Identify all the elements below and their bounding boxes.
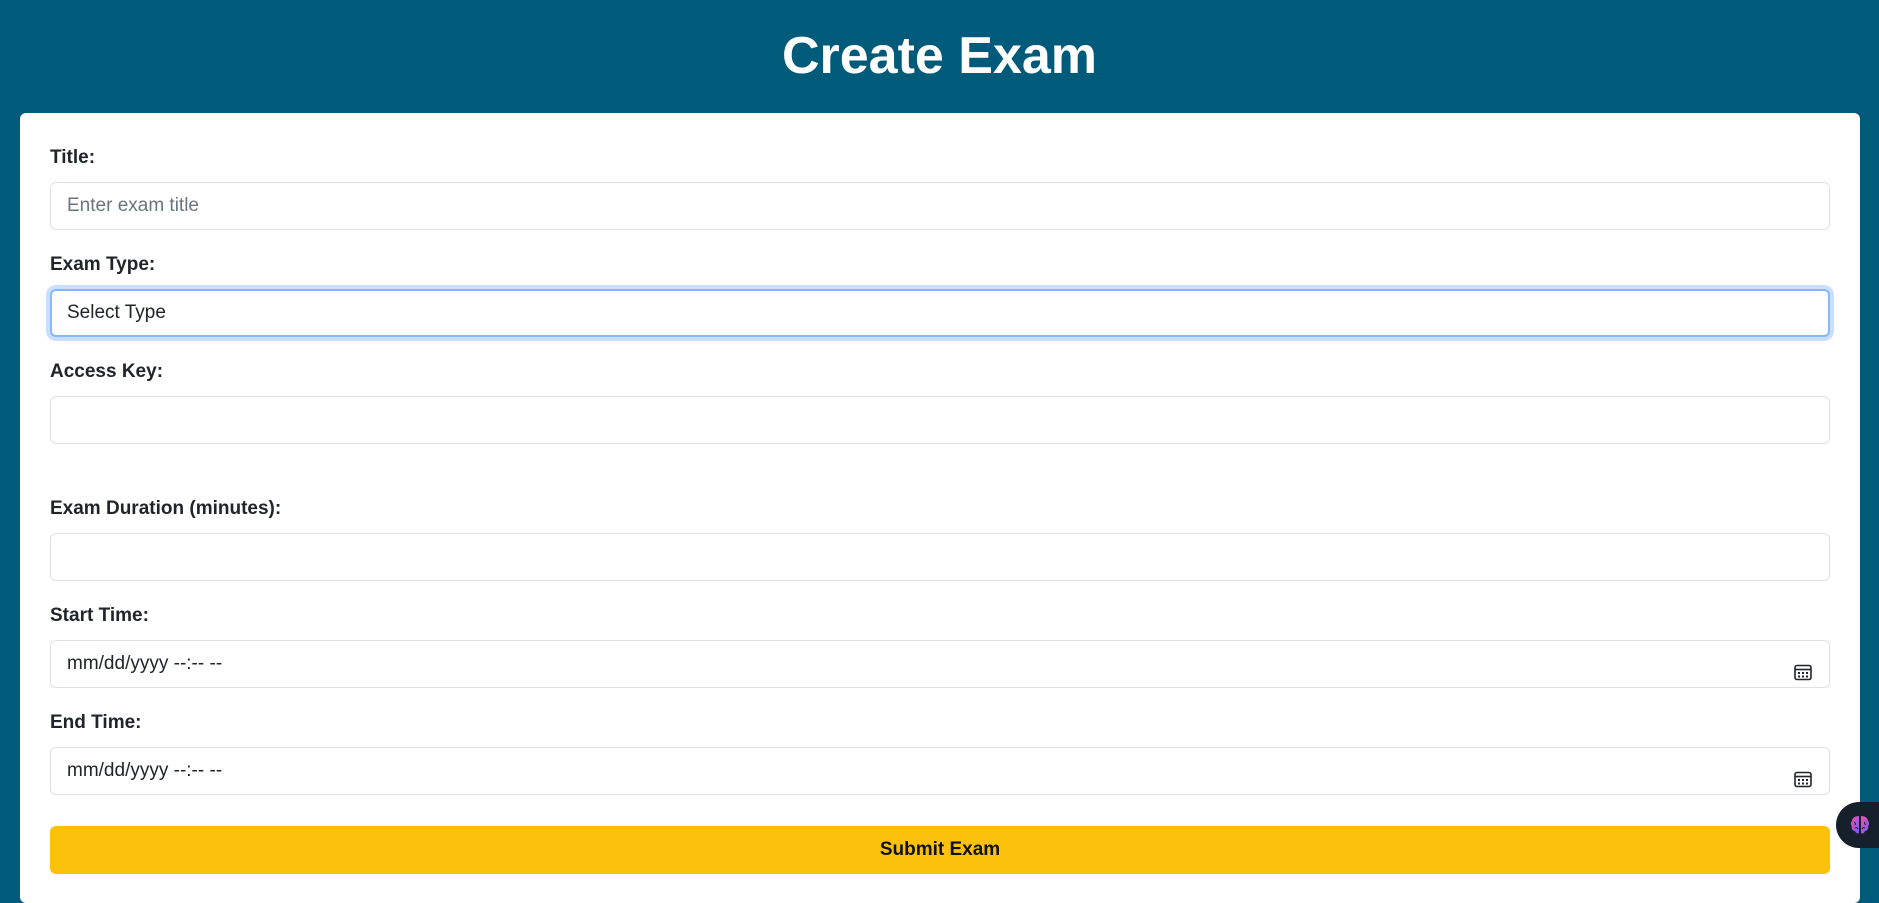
- start-time-label: Start Time:: [50, 605, 149, 626]
- duration-input[interactable]: [50, 533, 1830, 581]
- duration-field: Exam Duration (minutes):: [50, 497, 1830, 581]
- access-key-input[interactable]: [50, 396, 1830, 444]
- assistant-widget-button[interactable]: [1836, 802, 1879, 848]
- calendar-icon[interactable]: [1793, 761, 1813, 788]
- duration-label: Exam Duration (minutes):: [50, 498, 282, 519]
- title-field: Title:: [50, 146, 1830, 230]
- exam-type-label: Exam Type:: [50, 254, 156, 275]
- access-key-label: Access Key:: [50, 361, 164, 382]
- end-time-input[interactable]: mm/dd/yyyy --:-- --: [50, 747, 1830, 795]
- start-time-value: mm/dd/yyyy --:-- --: [67, 653, 223, 674]
- end-time-label: End Time:: [50, 712, 142, 733]
- start-time-input[interactable]: mm/dd/yyyy --:-- --: [50, 640, 1830, 688]
- end-time-value: mm/dd/yyyy --:-- --: [67, 760, 223, 781]
- exam-type-field: Exam Type: Select Type: [50, 253, 1830, 337]
- page-header: Create Exam: [0, 0, 1879, 113]
- calendar-icon[interactable]: [1793, 654, 1813, 681]
- exam-type-select[interactable]: Select Type: [50, 289, 1830, 337]
- page-title: Create Exam: [781, 27, 1098, 85]
- submit-exam-button[interactable]: Submit Exam: [50, 826, 1830, 874]
- start-time-field: Start Time: mm/dd/yyyy --:-- --: [50, 604, 1830, 688]
- brain-icon: [1848, 813, 1872, 837]
- access-key-field: Access Key:: [50, 360, 1830, 444]
- exam-form: Title: Exam Type: Select Type Access Key…: [20, 113, 1860, 903]
- title-input[interactable]: [50, 182, 1830, 230]
- end-time-field: End Time: mm/dd/yyyy --:-- --: [50, 711, 1830, 795]
- exam-type-selected-value: Select Type: [67, 302, 166, 323]
- title-label: Title:: [50, 147, 96, 168]
